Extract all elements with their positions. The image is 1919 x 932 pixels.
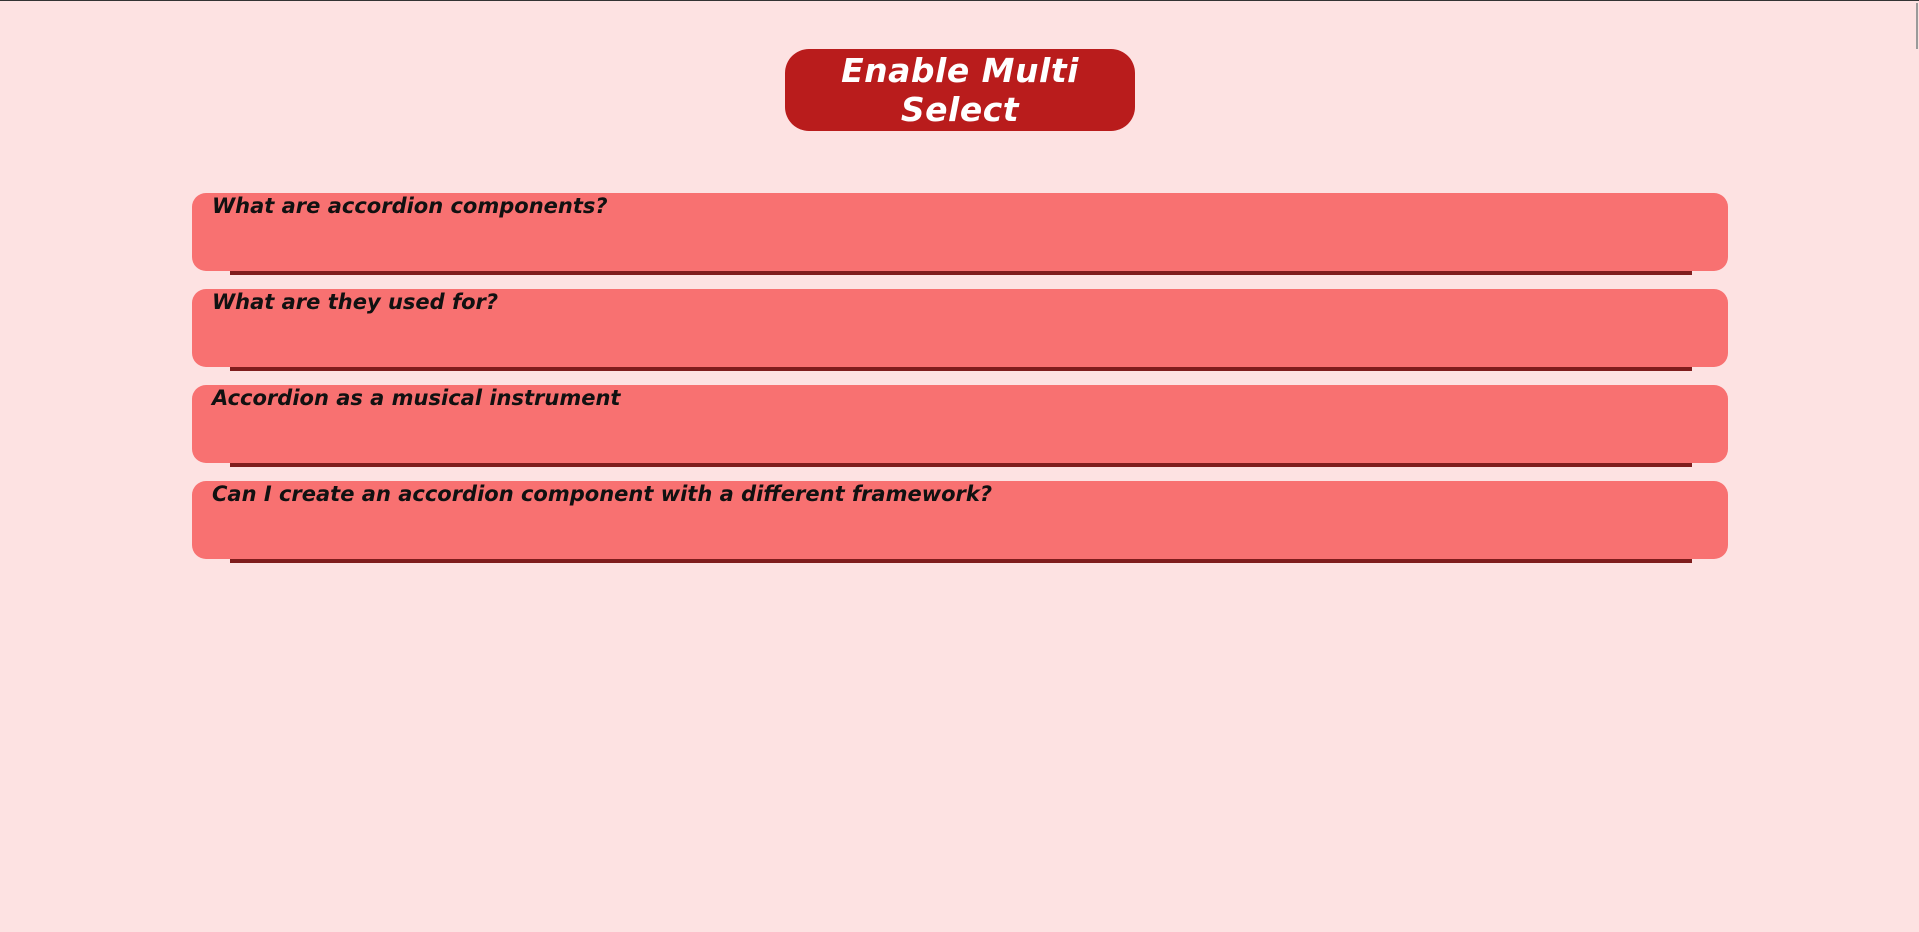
accordion-title: What are accordion components? (212, 194, 608, 218)
accordion-header-what-are-accordion-components[interactable]: What are accordion components? (192, 193, 1728, 271)
accordion: What are accordion components? What are … (192, 193, 1728, 577)
accordion-item: What are accordion components? (192, 193, 1728, 289)
accordion-panel-collapsed (230, 367, 1692, 371)
accordion-header-different-framework[interactable]: Can I create an accordion component with… (192, 481, 1728, 559)
accordion-panel-collapsed (230, 271, 1692, 275)
accordion-panel-collapsed (230, 463, 1692, 467)
enable-multi-select-button[interactable]: Enable Multi Select (785, 49, 1135, 131)
accordion-item: What are they used for? (192, 289, 1728, 385)
accordion-title: Can I create an accordion component with… (212, 482, 993, 506)
accordion-title: What are they used for? (212, 290, 499, 314)
accordion-item: Accordion as a musical instrument (192, 385, 1728, 481)
accordion-title: Accordion as a musical instrument (212, 386, 621, 410)
scrollbar-thumb[interactable] (1916, 3, 1918, 49)
accordion-header-musical-instrument[interactable]: Accordion as a musical instrument (192, 385, 1728, 463)
accordion-header-what-are-they-used-for[interactable]: What are they used for? (192, 289, 1728, 367)
accordion-item: Can I create an accordion component with… (192, 481, 1728, 577)
page-scrollbar[interactable] (1913, 1, 1919, 932)
accordion-panel-collapsed (230, 559, 1692, 563)
